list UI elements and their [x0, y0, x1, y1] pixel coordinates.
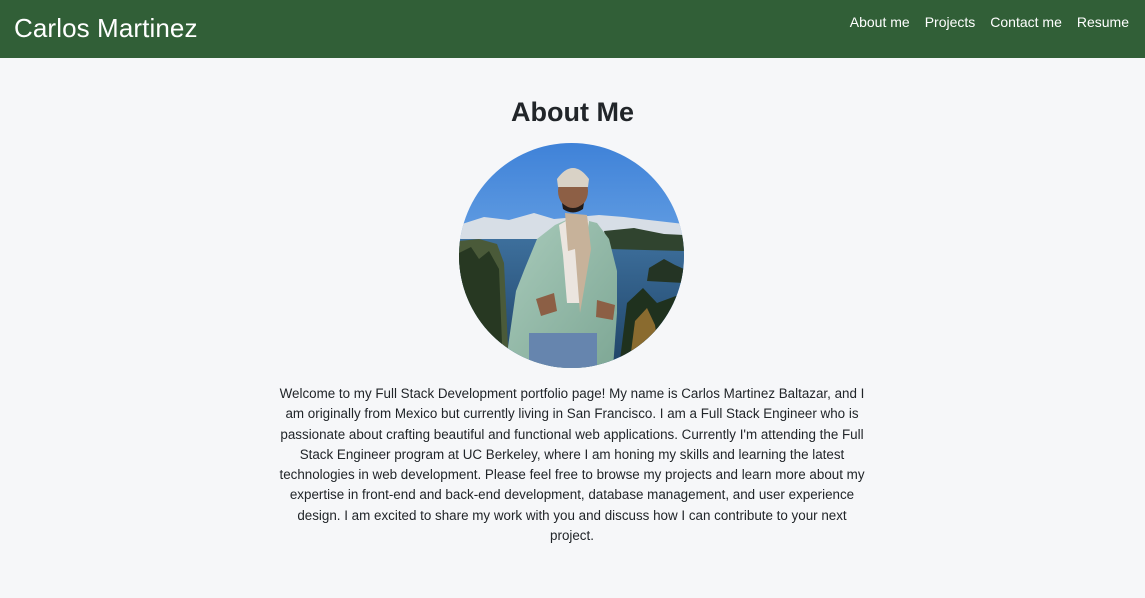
nav-link-resume[interactable]: Resume	[1069, 15, 1129, 29]
nav-links: About me Projects Contact me Resume	[842, 15, 1129, 29]
about-section: About Me Welcome to my Full Stack Develo…	[0, 58, 1145, 598]
bio-text: Welcome to my Full Stack Development por…	[279, 386, 865, 544]
about-title: About Me	[511, 97, 634, 127]
profile-photo	[459, 143, 684, 368]
nav-link-about-me[interactable]: About me	[842, 15, 917, 29]
nav-link-contact-me[interactable]: Contact me	[983, 15, 1070, 29]
navbar: Carlos Martinez About me Projects Contac…	[0, 0, 1145, 58]
nav-link-projects[interactable]: Projects	[917, 15, 983, 29]
brand-link[interactable]: Carlos Martinez	[14, 15, 198, 41]
